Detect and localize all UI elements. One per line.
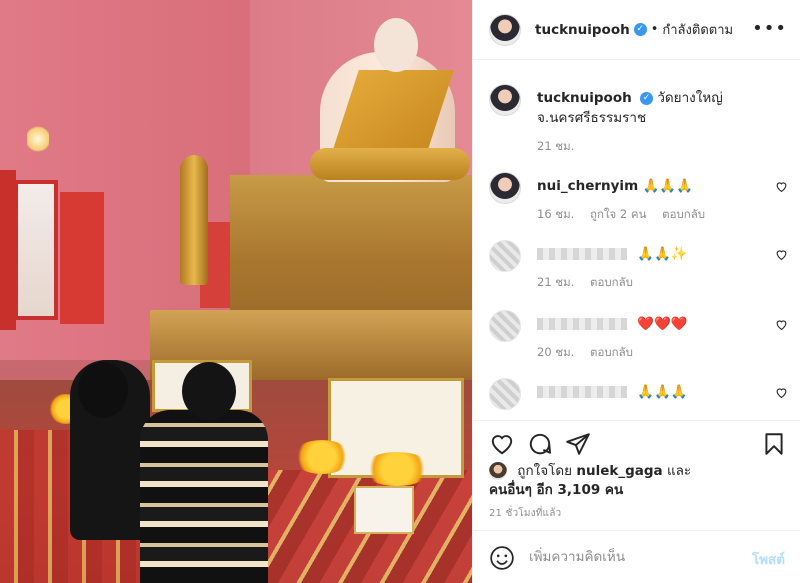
photo-gold-statue [180,155,208,285]
commenter-username-blurred [537,248,627,260]
comment-like-count[interactable]: ถูกใจ 2 คน [590,207,646,221]
photo-flowers [362,452,432,486]
post-photo[interactable] [0,0,472,583]
comment-body: 🙏🙏🙏 [637,384,688,400]
heart-icon[interactable] [489,431,515,457]
comment-reply-button[interactable]: ตอบกลับ [590,345,633,359]
commenter-username-blurred [537,386,627,398]
post-side-panel: tucknuipooh ✓ • กำลังติดตาม ••• tucknuip… [472,0,800,583]
likes-prefix: ถูกใจโดย [517,463,573,479]
photo-card [354,486,414,534]
heart-icon[interactable] [775,248,789,262]
photo-buddha-base [310,148,470,180]
photo-shutter-right [60,192,104,324]
first-liker-username[interactable]: nulek_gaga [576,463,662,479]
comment-composer: โพสต์ [473,530,800,583]
caption: tucknuipooh ✓ วัดยางใหญ่ จ.นครศรีธรรมราช… [489,84,789,156]
bookmark-icon[interactable] [761,431,787,457]
share-icon[interactable] [565,431,591,457]
photo-person-head [78,362,128,418]
comment-body: ❤️❤️❤️ [637,316,688,332]
commenter-username[interactable]: nui_chernyim [537,178,638,194]
liker-avatar[interactable] [489,462,507,480]
comment-meta: 16 ชม. ถูกใจ 2 คน ตอบกลับ [537,206,717,224]
post-header: tucknuipooh ✓ • กำลังติดตาม ••• [473,0,800,60]
comment-item: 🙏🙏✨ 21 ชม. ตอบกลับ [489,240,789,296]
comment-meta: 21 ชม. ตอบกลับ [537,274,645,292]
commenter-avatar[interactable] [489,240,521,272]
comment-meta: 20 ชม. ตอบกลับ [537,344,645,362]
post-action-bar [473,420,800,468]
likes-others-count[interactable]: คนอื่นๆ อีก 3,109 คน [489,482,623,498]
photo-window [14,180,58,320]
comment-text: 🙏🙏🙏 [537,382,767,402]
comment-text: ❤️❤️❤️ [537,314,767,334]
commenter-avatar[interactable] [489,310,521,342]
caption-line1: วัดยางใหญ่ [657,90,723,106]
comment-time[interactable]: 16 ชม. [537,207,574,221]
verified-badge-icon: ✓ [640,91,654,105]
photo-person-patterned-shirt [140,410,268,583]
comment-item: nui_chernyim 🙏🙏🙏 16 ชม. ถูกใจ 2 คน ตอบกล… [489,172,789,228]
comment-time[interactable]: 21 ชม. [537,275,574,289]
heart-icon[interactable] [775,180,789,194]
author-avatar[interactable] [489,13,521,46]
likes-summary: ถูกใจโดย nulek_gaga และ คนอื่นๆ อีก 3,10… [489,462,789,500]
comment-time[interactable]: 20 ชม. [537,345,574,359]
commenter-avatar[interactable] [489,378,521,410]
emoji-icon[interactable] [489,545,515,571]
photo-lamp [27,124,49,154]
header-separator: • [650,22,659,37]
photo-person-head [182,362,236,420]
author-username[interactable]: tucknuipooh [535,22,630,38]
comment-reply-button[interactable]: ตอบกลับ [662,207,705,221]
comment-body: 🙏🙏✨ [637,246,688,262]
verified-badge-icon: ✓ [633,23,647,36]
comment-reply-button[interactable]: ตอบกลับ [590,275,633,289]
commenter-avatar[interactable] [489,172,521,204]
photo-flowers [292,440,352,474]
follow-status-button[interactable]: กำลังติดตาม [662,19,733,40]
likes-joiner: และ [666,463,692,479]
comments-list[interactable]: tucknuipooh ✓ วัดยางใหญ่ จ.นครศรีธรรมราช… [473,60,800,417]
caption-username[interactable]: tucknuipooh [537,90,632,106]
comment-text: 🙏🙏✨ [537,244,767,264]
comment-item: 🙏🙏🙏 [489,378,789,417]
caption-text: tucknuipooh ✓ วัดยางใหญ่ จ.นครศรีธรรมราช [537,88,767,128]
heart-icon[interactable] [775,318,789,332]
commenter-username-blurred [537,318,627,330]
post-modal: tucknuipooh ✓ • กำลังติดตาม ••• tucknuip… [0,0,800,583]
comment-input[interactable] [529,545,729,569]
heart-icon[interactable] [775,386,789,400]
post-comment-button[interactable]: โพสต์ [752,548,785,570]
more-options-icon[interactable]: ••• [752,18,787,39]
caption-meta: 21 ชม. [537,138,586,156]
post-timestamp[interactable]: 21 ชั่วโมงที่แล้ว [489,506,561,521]
photo-buddha-head [374,18,418,72]
caption-line2: จ.นครศรีธรรมราช [537,110,647,126]
caption-time[interactable]: 21 ชม. [537,139,574,153]
comment-text: nui_chernyim 🙏🙏🙏 [537,176,767,196]
author-avatar[interactable] [489,84,521,116]
comment-body: 🙏🙏🙏 [642,178,693,194]
comment-item: ❤️❤️❤️ 20 ชม. ตอบกลับ [489,310,789,366]
comment-icon[interactable] [527,431,553,457]
